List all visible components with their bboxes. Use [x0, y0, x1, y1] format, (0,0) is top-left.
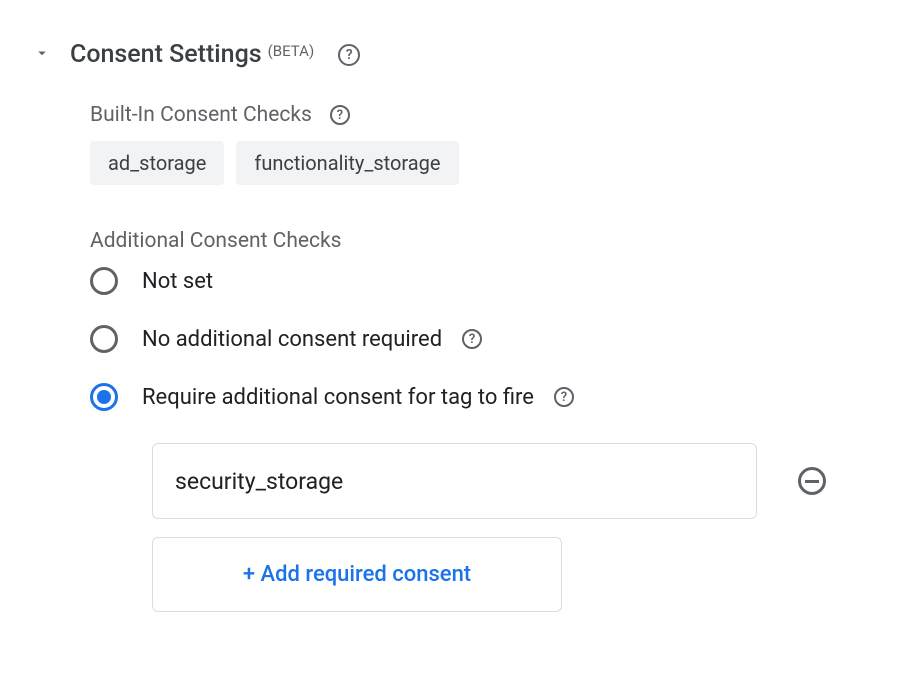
radio-label-not-set: Not set: [142, 269, 213, 294]
radio-no-additional[interactable]: [90, 325, 118, 353]
chip-functionality-storage: functionality_storage: [236, 141, 458, 185]
question-mark-icon: ?: [330, 105, 350, 125]
help-icon-builtin[interactable]: ?: [330, 105, 350, 125]
add-required-consent-button[interactable]: + Add required consent: [152, 537, 562, 612]
chip-ad-storage: ad_storage: [90, 141, 224, 185]
help-icon-no-additional[interactable]: ?: [462, 329, 482, 349]
section-title-text: Consent Settings: [70, 40, 262, 69]
additional-label-text: Additional Consent Checks: [90, 229, 342, 253]
additional-label: Additional Consent Checks: [90, 229, 892, 253]
beta-label: (BETA): [268, 42, 315, 60]
radio-label-require-additional: Require additional consent for tag to fi…: [142, 385, 574, 410]
remove-icon: [798, 467, 826, 495]
chevron-down-icon: [33, 44, 51, 66]
radio-dot-icon: [97, 390, 111, 404]
radio-option-no-additional[interactable]: No additional consent required ?: [90, 325, 892, 353]
radio-require-additional[interactable]: [90, 383, 118, 411]
built-in-label: Built-In Consent Checks ?: [90, 103, 892, 127]
built-in-chips: ad_storage functionality_storage: [90, 141, 892, 185]
required-consent-input[interactable]: [152, 443, 757, 519]
help-icon-section[interactable]: ?: [338, 44, 360, 66]
question-mark-icon: ?: [462, 329, 482, 349]
radio-label-no-additional: No additional consent required ?: [142, 327, 482, 352]
question-mark-icon: ?: [338, 44, 360, 66]
collapse-toggle[interactable]: [30, 43, 54, 67]
required-consent-section: + Add required consent: [152, 443, 892, 612]
minus-icon: [805, 480, 819, 483]
question-mark-icon: ?: [554, 387, 574, 407]
radio-not-set[interactable]: [90, 267, 118, 295]
section-title: Consent Settings (BETA): [70, 40, 314, 69]
remove-consent-button[interactable]: [797, 466, 827, 496]
help-icon-require-additional[interactable]: ?: [554, 387, 574, 407]
built-in-label-text: Built-In Consent Checks: [90, 103, 312, 127]
radio-option-require-additional[interactable]: Require additional consent for tag to fi…: [90, 383, 892, 411]
required-consent-row: [152, 443, 892, 519]
radio-option-not-set[interactable]: Not set: [90, 267, 892, 295]
additional-radio-group: Not set No additional consent required ?…: [90, 267, 892, 411]
